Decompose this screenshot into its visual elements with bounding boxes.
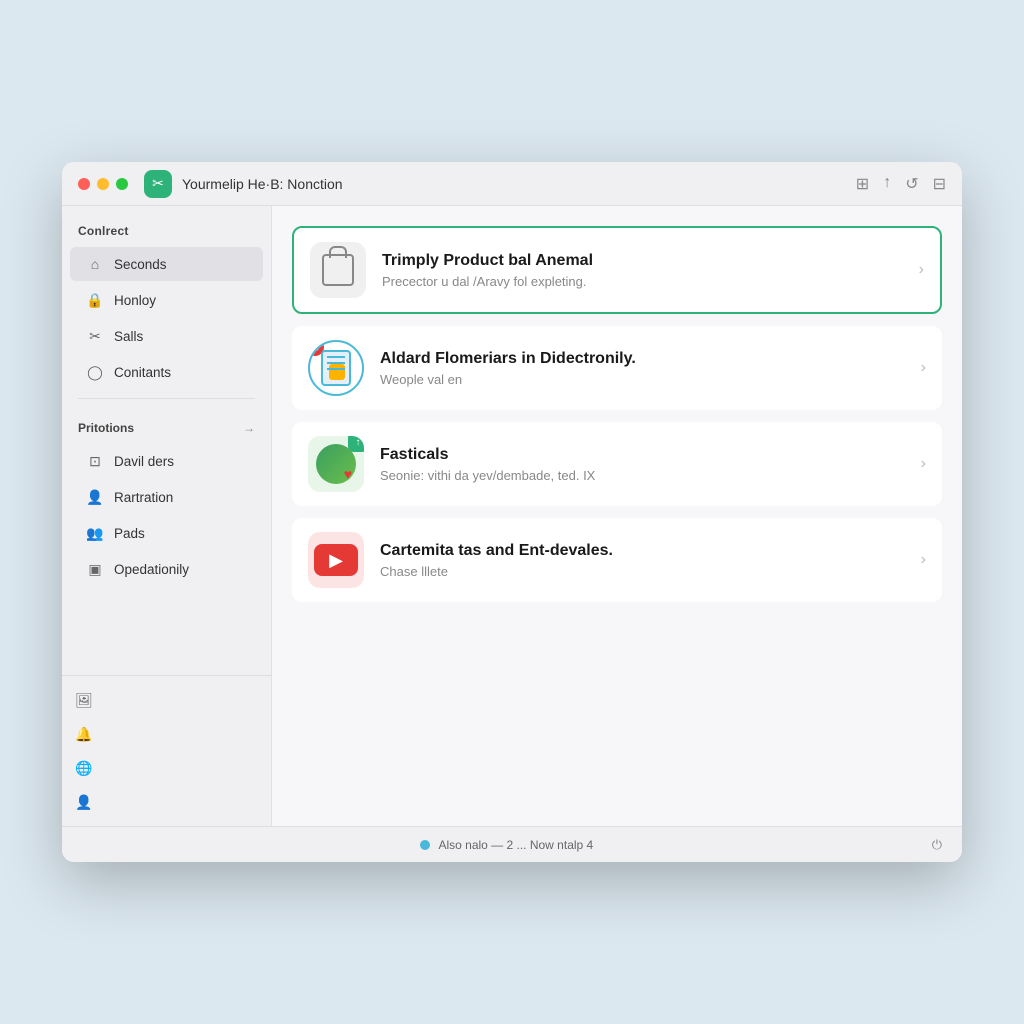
upload-icon[interactable]: ↑ — [883, 174, 891, 194]
sidebar-item-pads[interactable]: 👥 Pads — [70, 516, 263, 550]
bag-icon — [322, 254, 354, 286]
chevron-right-icon-2: › — [921, 359, 926, 377]
list-item[interactable]: ↑ Fasticals Seonie: vithi da yev/dembade… — [292, 422, 942, 506]
traffic-lights — [78, 178, 128, 190]
item-subtitle-4: Chase lllete — [380, 564, 905, 579]
sidebar-divider — [78, 398, 255, 399]
chevron-right-icon-1: › — [919, 261, 924, 279]
youtube-icon: ▶ — [314, 544, 358, 576]
scissors-icon: ✂ — [152, 175, 164, 192]
document-icon — [321, 350, 351, 386]
globe-icon-bottom[interactable]: 🌐 — [70, 754, 98, 782]
item-icon-globe: ↑ — [308, 436, 364, 492]
bell-icon[interactable]: 🔔 — [70, 720, 98, 748]
status-bar: Also nalo — 2 ... Now ntalp 4 ⏻ — [62, 826, 962, 862]
minimize-button[interactable] — [97, 178, 109, 190]
item-title-2: Aldard Flomeriars in Didectronily. — [380, 350, 905, 368]
sidebar-item-pads-label: Pads — [114, 526, 145, 541]
lock-badge-icon — [329, 364, 345, 380]
sidebar-item-salls[interactable]: ✂ Salls — [70, 319, 263, 353]
sidebar: Conlrect ⌂ Seconds 🔒 Honloy ✂ Salls ◯ Co… — [62, 206, 272, 826]
item-text-1: Trimply Product bal Anemal Precector u d… — [382, 252, 903, 289]
list-item[interactable]: ▶ Cartemita tas and Ent-devales. Chase l… — [292, 518, 942, 602]
sidebar-item-rartration[interactable]: 👤 Rartration — [70, 480, 263, 514]
sidebar-item-seconds[interactable]: ⌂ Seconds — [70, 247, 263, 281]
sidebar-section-1-label: Conlrect — [62, 206, 271, 246]
item-subtitle-1: Precector u dal /Aravy fol expleting. — [382, 274, 903, 289]
sidebar-item-honloy-label: Honloy — [114, 293, 156, 308]
sidebar-item-seconds-label: Seconds — [114, 257, 167, 272]
home-icon: ⌂ — [86, 255, 104, 273]
main-content: Conlrect ⌂ Seconds 🔒 Honloy ✂ Salls ◯ Co… — [62, 206, 962, 826]
window-title: Yourmelip He·B: Nonction — [182, 176, 856, 192]
arrow-icon: → — [243, 421, 255, 435]
square-icon: ▣ — [86, 560, 104, 578]
globe-green-icon — [316, 444, 356, 484]
image-icon[interactable]: 🖼 — [70, 686, 98, 714]
sidebar-item-conitants-label: Conitants — [114, 365, 171, 380]
item-title-1: Trimply Product bal Anemal — [382, 252, 903, 270]
item-text-2: Aldard Flomeriars in Didectronily. Weopl… — [380, 350, 905, 387]
item-subtitle-2: Weople val en — [380, 372, 905, 387]
sidebar-item-opedationily[interactable]: ▣ Opedationily — [70, 552, 263, 586]
sidebar-item-davilders[interactable]: ⊡ Davil ders — [70, 444, 263, 478]
list-item[interactable]: ✕ Aldard Flomeriars in Didectronily. Weo… — [292, 326, 942, 410]
item-icon-youtube: ▶ — [308, 532, 364, 588]
maximize-button[interactable] — [116, 178, 128, 190]
person-icon: ◯ — [86, 363, 104, 381]
close-button[interactable] — [78, 178, 90, 190]
status-bar-center: Also nalo — 2 ... Now ntalp 4 — [420, 838, 593, 852]
app-icon: ✂ — [144, 170, 172, 198]
sidebar-item-conitants[interactable]: ◯ Conitants — [70, 355, 263, 389]
chevron-right-icon-4: › — [921, 551, 926, 569]
person-circle-icon[interactable]: 👤 — [70, 788, 98, 816]
item-title-3: Fasticals — [380, 446, 905, 464]
grid-icon[interactable]: ⊟ — [933, 174, 946, 194]
item-title-4: Cartemita tas and Ent-devales. — [380, 542, 905, 560]
status-dot — [420, 840, 430, 850]
titlebar: ✂ Yourmelip He·B: Nonction ⊞ ↑ ↺ ⊟ — [62, 162, 962, 206]
sidebar-item-rartration-label: Rartration — [114, 490, 173, 505]
sidebar-item-honloy[interactable]: 🔒 Honloy — [70, 283, 263, 317]
chevron-right-icon-3: › — [921, 455, 926, 473]
status-bar-right[interactable]: ⏻ — [932, 837, 942, 853]
sidebar-section-2: Pritotions → — [62, 407, 271, 443]
sidebar-item-davilders-label: Davil ders — [114, 454, 174, 469]
item-text-3: Fasticals Seonie: vithi da yev/dembade, … — [380, 446, 905, 483]
titlebar-actions: ⊞ ↑ ↺ ⊟ — [856, 174, 946, 194]
list-item[interactable]: Trimply Product bal Anemal Precector u d… — [292, 226, 942, 314]
app-window: ✂ Yourmelip He·B: Nonction ⊞ ↑ ↺ ⊟ Conlr… — [62, 162, 962, 862]
group-icon: 👥 — [86, 524, 104, 542]
status-text: Also nalo — 2 ... Now ntalp 4 — [438, 838, 593, 852]
sidebar-item-salls-label: Salls — [114, 329, 143, 344]
sidebar-section-2-label: Pritotions — [78, 421, 134, 435]
sidebar-bottom-icons: 🖼 🔔 🌐 👤 — [62, 675, 271, 826]
scissors-icon-sidebar: ✂ — [86, 327, 104, 345]
lock-icon: 🔒 — [86, 291, 104, 309]
item-text-4: Cartemita tas and Ent-devales. Chase lll… — [380, 542, 905, 579]
edit-icon[interactable]: ⊞ — [856, 174, 869, 194]
item-icon-document: ✕ — [308, 340, 364, 396]
sidebar-item-opedationily-label: Opedationily — [114, 562, 189, 577]
item-icon-bag — [310, 242, 366, 298]
layout-icon: ⊡ — [86, 452, 104, 470]
person2-icon: 👤 — [86, 488, 104, 506]
content-area: Trimply Product bal Anemal Precector u d… — [272, 206, 962, 826]
item-subtitle-3: Seonie: vithi da yev/dembade, ted. IX — [380, 468, 905, 483]
refresh-icon[interactable]: ↺ — [905, 174, 918, 194]
